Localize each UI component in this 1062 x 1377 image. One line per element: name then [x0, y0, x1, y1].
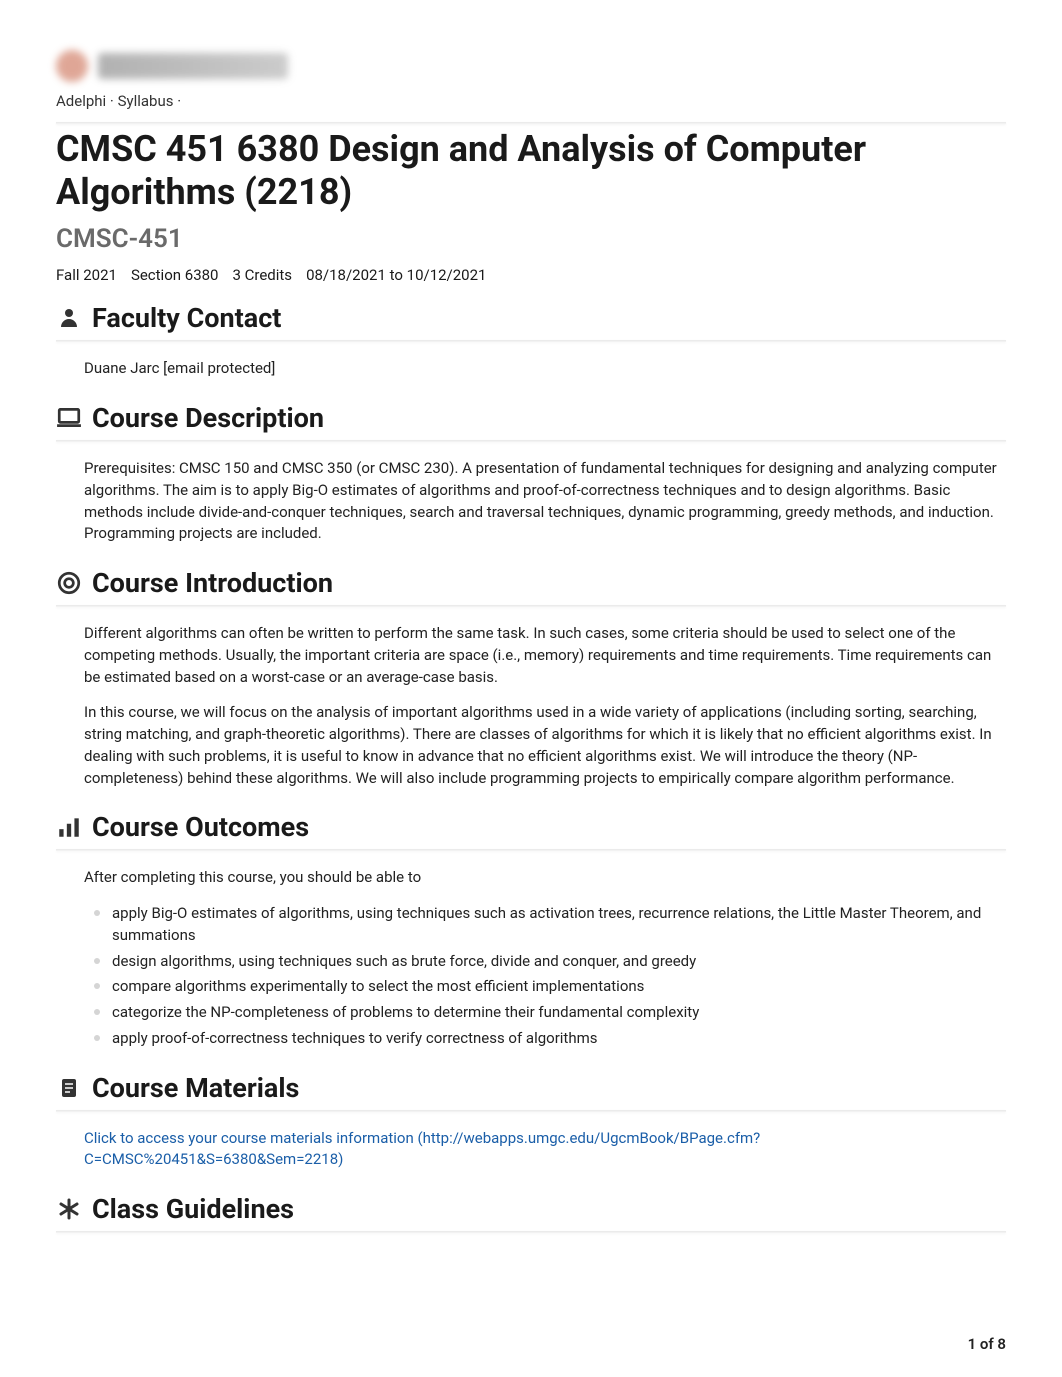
section-header-introduction: Course Introduction: [56, 567, 1006, 599]
divider: [56, 1110, 1006, 1112]
section-header-faculty: Faculty Contact: [56, 302, 1006, 334]
person-icon: [56, 305, 82, 331]
section-title: Course Materials: [92, 1072, 299, 1104]
breadcrumb-syllabus: Syllabus: [118, 92, 174, 110]
course-title: CMSC 451 6380 Design and Analysis of Com…: [56, 128, 1006, 214]
section-title: Course Introduction: [92, 567, 333, 599]
laptop-icon: [56, 405, 82, 431]
divider: [56, 849, 1006, 851]
description-text: Prerequisites: CMSC 150 and CMSC 350 (or…: [84, 458, 1006, 545]
list-item: design algorithms, using techniques such…: [112, 951, 1006, 973]
section: Section 6380: [131, 266, 219, 284]
outcomes-intro: After completing this course, you should…: [84, 867, 1006, 889]
section-header-description: Course Description: [56, 402, 1006, 434]
course-meta: Fall 2021 Section 6380 3 Credits 08/18/2…: [56, 266, 1006, 284]
list-item: apply proof-of-correctness techniques to…: [112, 1028, 1006, 1050]
section-header-guidelines: Class Guidelines: [56, 1193, 1006, 1225]
course-code: CMSC-451: [56, 224, 1006, 254]
document-icon: [56, 1075, 82, 1101]
intro-p2: In this course, we will focus on the ana…: [84, 702, 1006, 789]
list-item: apply Big-O estimates of algorithms, usi…: [112, 903, 1006, 947]
breadcrumb-adelphi: Adelphi: [56, 92, 106, 110]
list-item: compare algorithms experimentally to sel…: [112, 976, 1006, 998]
bar-chart-icon: [56, 814, 82, 840]
breadcrumb: Adelphi · Syllabus ·: [56, 92, 1006, 110]
divider: [56, 1231, 1006, 1233]
divider: [56, 122, 1006, 124]
section-title: Class Guidelines: [92, 1193, 294, 1225]
introduction-body: Different algorithms can often be writte…: [56, 623, 1006, 789]
dates: 08/18/2021 to 10/12/2021: [306, 266, 486, 284]
divider: [56, 605, 1006, 607]
materials-body: Click to access your course materials in…: [56, 1128, 1006, 1172]
page-number: 1 of 8: [968, 1335, 1006, 1353]
faculty-body: Duane Jarc [email protected]: [56, 358, 1006, 380]
outcomes-body: After completing this course, you should…: [56, 867, 1006, 1049]
faculty-text: Duane Jarc [email protected]: [84, 359, 275, 377]
credits: 3 Credits: [232, 266, 292, 284]
term: Fall 2021: [56, 266, 117, 284]
section-header-materials: Course Materials: [56, 1072, 1006, 1104]
section-title: Course Outcomes: [92, 811, 309, 843]
section-header-outcomes: Course Outcomes: [56, 811, 1006, 843]
section-title: Faculty Contact: [92, 302, 281, 334]
description-body: Prerequisites: CMSC 150 and CMSC 350 (or…: [56, 458, 1006, 545]
asterisk-icon: [56, 1196, 82, 1222]
list-item: categorize the NP-completeness of proble…: [112, 1002, 1006, 1024]
institution-logo: [56, 50, 1006, 82]
materials-link[interactable]: Click to access your course materials in…: [84, 1129, 760, 1169]
target-icon: [56, 570, 82, 596]
intro-p1: Different algorithms can often be writte…: [84, 623, 1006, 688]
divider: [56, 440, 1006, 442]
section-title: Course Description: [92, 402, 324, 434]
outcomes-list: apply Big-O estimates of algorithms, usi…: [84, 903, 1006, 1050]
divider: [56, 340, 1006, 342]
